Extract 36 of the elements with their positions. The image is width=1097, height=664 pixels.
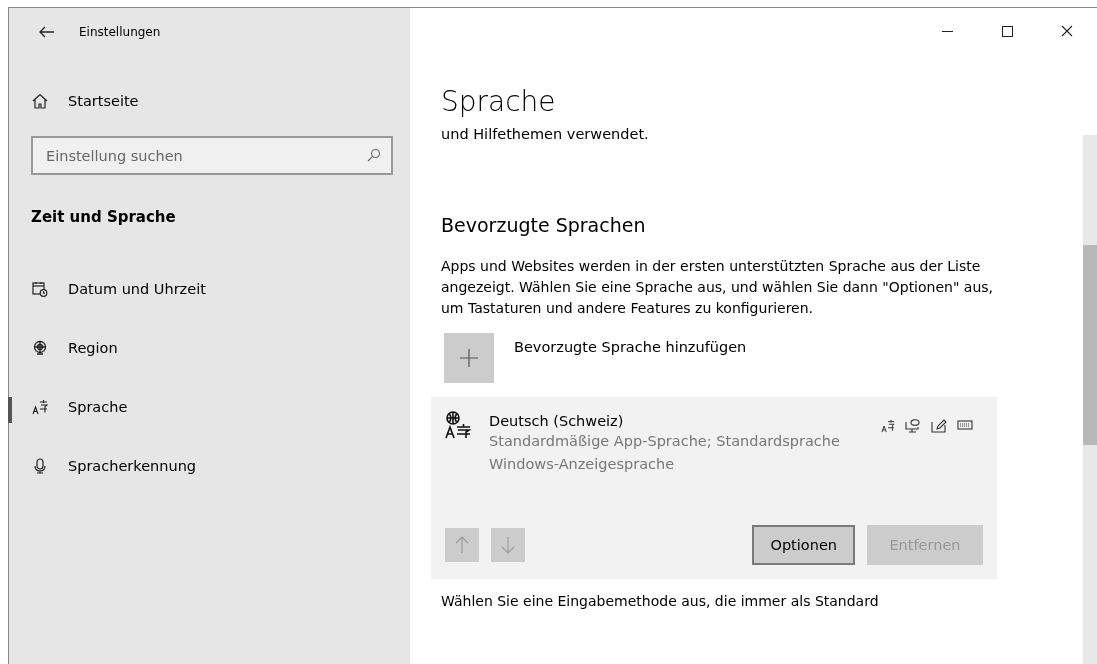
minimize-icon [941,30,953,32]
sidebar-item[interactable]: Spracherkennung [68,457,197,474]
arrow-down-icon [501,536,515,554]
sidebar-item[interactable]: Region [68,339,118,356]
section-heading: Zeit und Sprache [31,208,177,226]
calendar-clock-icon [32,280,48,297]
language-details: Standardmäßige App-Sprache; Standardsprache Windows-Anzeigesprache [489,432,841,474]
language-icon [32,398,48,415]
sidebar-item[interactable]: Sprache [68,398,128,415]
scrollbar[interactable] [1083,135,1097,664]
language-icon [881,419,895,433]
arrow-up-icon [455,536,469,554]
description-text: Apps und Websites werden in der ersten unterstützten Sprache aus der Liste angezeigt. Wählen Sie eine Sprache aus, und wählen Sie dann "Optionen" aus, um Tastaturen und andere Features zu konfigurieren. [441,257,995,318]
sidebar-item[interactable]: Datum und Uhrzeit [68,280,206,297]
language-icon [445,411,471,439]
language-name: Deutsch (Schweiz) [489,413,624,429]
maximize-icon [1001,25,1013,37]
home-icon [32,93,48,109]
home-link[interactable]: Startseite [68,93,139,109]
search-icon [367,148,381,162]
plus-icon [460,349,478,367]
footer-text: Wählen Sie eine Eingabemethode aus, die immer als Standard [441,593,880,609]
intro-text: und Hilfethemen verwendet. [441,126,650,142]
options-button[interactable]: Optionen [752,525,855,565]
page-title: Sprache [441,84,557,120]
globe-icon [32,339,48,356]
monitor-speech-icon [905,419,921,433]
add-language-button[interactable] [444,333,494,383]
window-title: Einstellungen [79,24,161,39]
add-language-label[interactable]: Bevorzugte Sprache hinzufügen [514,339,747,383]
close-icon [1061,25,1073,37]
section-heading: Bevorzugte Sprachen [441,214,647,236]
microphone-icon [32,457,48,474]
pen-icon [931,419,947,433]
search-field[interactable]: Einstellung suchen [31,136,393,175]
keyboard-icon [957,419,973,431]
